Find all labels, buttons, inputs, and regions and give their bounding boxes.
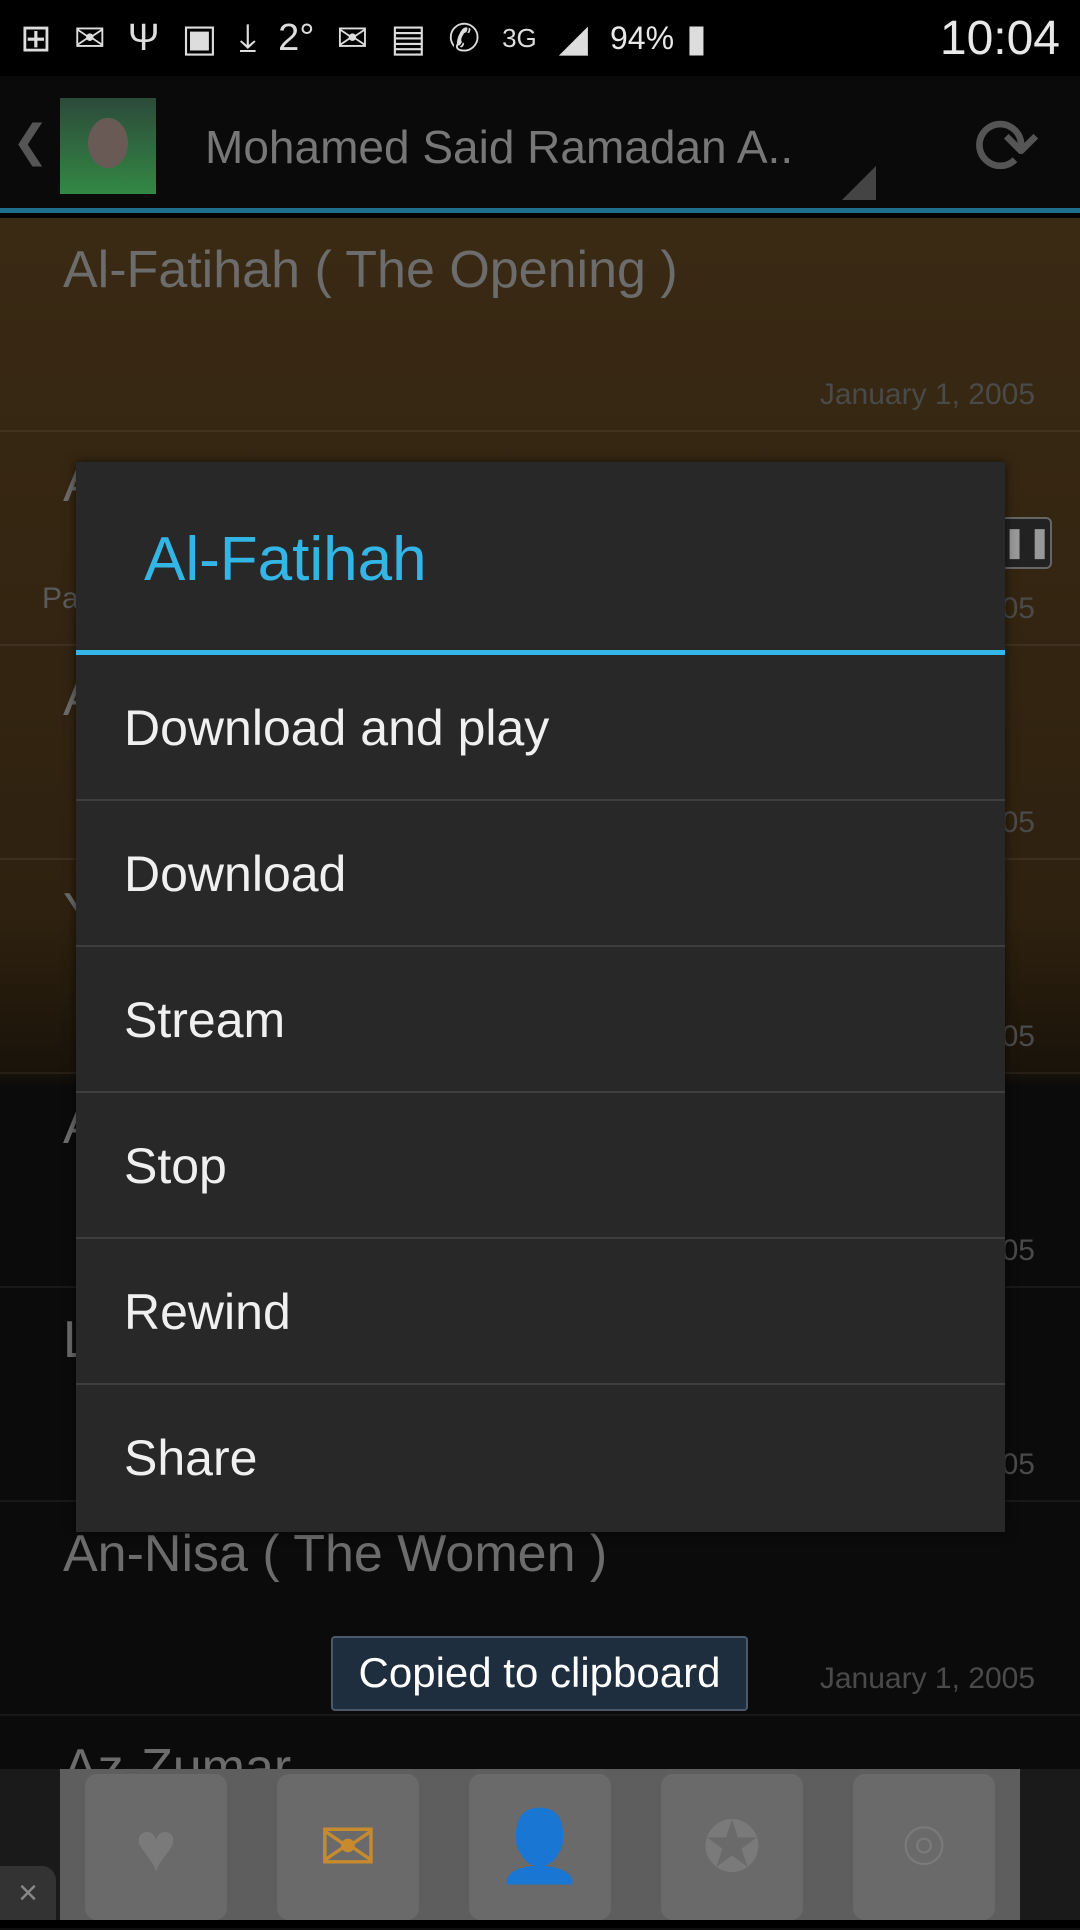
badge-check-icon[interactable]: ✪: [661, 1774, 803, 1920]
clock: 10:04: [939, 11, 1060, 65]
battery-charging-icon: ▮: [686, 17, 707, 60]
item-date: January 1, 2005: [819, 1662, 1035, 1695]
heart-plus-icon[interactable]: ♥: [85, 1774, 227, 1920]
item-date: 05: [1001, 592, 1035, 625]
back-chevron-icon[interactable]: ❮: [12, 116, 49, 167]
menu-item-download[interactable]: Download: [76, 801, 1005, 947]
context-menu-dialog: Al-Fatihah Download and play Download St…: [76, 462, 1005, 1532]
item-title: An-Nisa ( The Women ): [63, 1525, 608, 1583]
plus-badge-icon: ⊞: [20, 17, 52, 60]
quiz-icon: ▤: [390, 17, 427, 60]
image-icon: ▣: [181, 17, 218, 60]
email-at-icon: ✉: [336, 17, 369, 60]
usb-icon: Ψ: [127, 16, 160, 59]
download-icon: ⤓: [239, 16, 257, 59]
reciter-spinner-title[interactable]: Mohamed Said Ramadan A..: [205, 120, 793, 174]
envelope-icon[interactable]: ✉: [277, 1774, 419, 1920]
person-icon[interactable]: 👤: [469, 1774, 611, 1920]
menu-item-share[interactable]: Share: [76, 1385, 1005, 1531]
menu-item-stop[interactable]: Stop: [76, 1093, 1005, 1239]
mail-icon: ✉: [73, 17, 106, 60]
network-type: 3G: [502, 22, 537, 53]
spinner-triangle-icon[interactable]: [842, 166, 876, 200]
location-pin-icon[interactable]: ⌾: [853, 1774, 995, 1920]
item-subtitle: Pa: [42, 582, 79, 615]
item-date: 05: [1001, 806, 1035, 839]
signal-icon: ◢: [558, 17, 588, 60]
toast-message: Copied to clipboard: [331, 1636, 748, 1711]
menu-item-rewind[interactable]: Rewind: [76, 1239, 1005, 1385]
status-bar: ⊞ ✉ Ψ ▣ ⤓ 2° ✉ ▤ ✆ 3G ◢ 94% ▮ 10:04: [0, 0, 1080, 76]
refresh-icon[interactable]: ⟳: [973, 100, 1040, 193]
menu-item-download-and-play[interactable]: Download and play: [76, 655, 1005, 801]
item-date: January 1, 2005: [819, 378, 1035, 411]
temperature: 2°: [278, 16, 315, 59]
whatsapp-icon: ✆: [448, 17, 481, 60]
action-bar: ❮ Mohamed Said Ramadan A.. ⟳: [0, 76, 1080, 213]
ad-banner[interactable]: ♥ ✉ 👤 ✪ ⌾: [0, 1769, 1080, 1920]
item-title: Al-Fatihah ( The Opening ): [63, 241, 678, 299]
ad-close-button[interactable]: ×: [0, 1866, 56, 1920]
item-date: 05: [1001, 1020, 1035, 1053]
item-date: 05: [1001, 1448, 1035, 1481]
pause-button[interactable]: ❚❚: [1000, 517, 1052, 569]
menu-item-stream[interactable]: Stream: [76, 947, 1005, 1093]
dialog-title: Al-Fatihah: [76, 462, 1005, 655]
reciter-avatar[interactable]: [60, 98, 156, 194]
list-item[interactable]: Al-Fatihah ( The Opening ) January 1, 200…: [0, 218, 1080, 432]
item-date: 05: [1001, 1234, 1035, 1267]
battery-percent: 94%: [610, 19, 675, 56]
